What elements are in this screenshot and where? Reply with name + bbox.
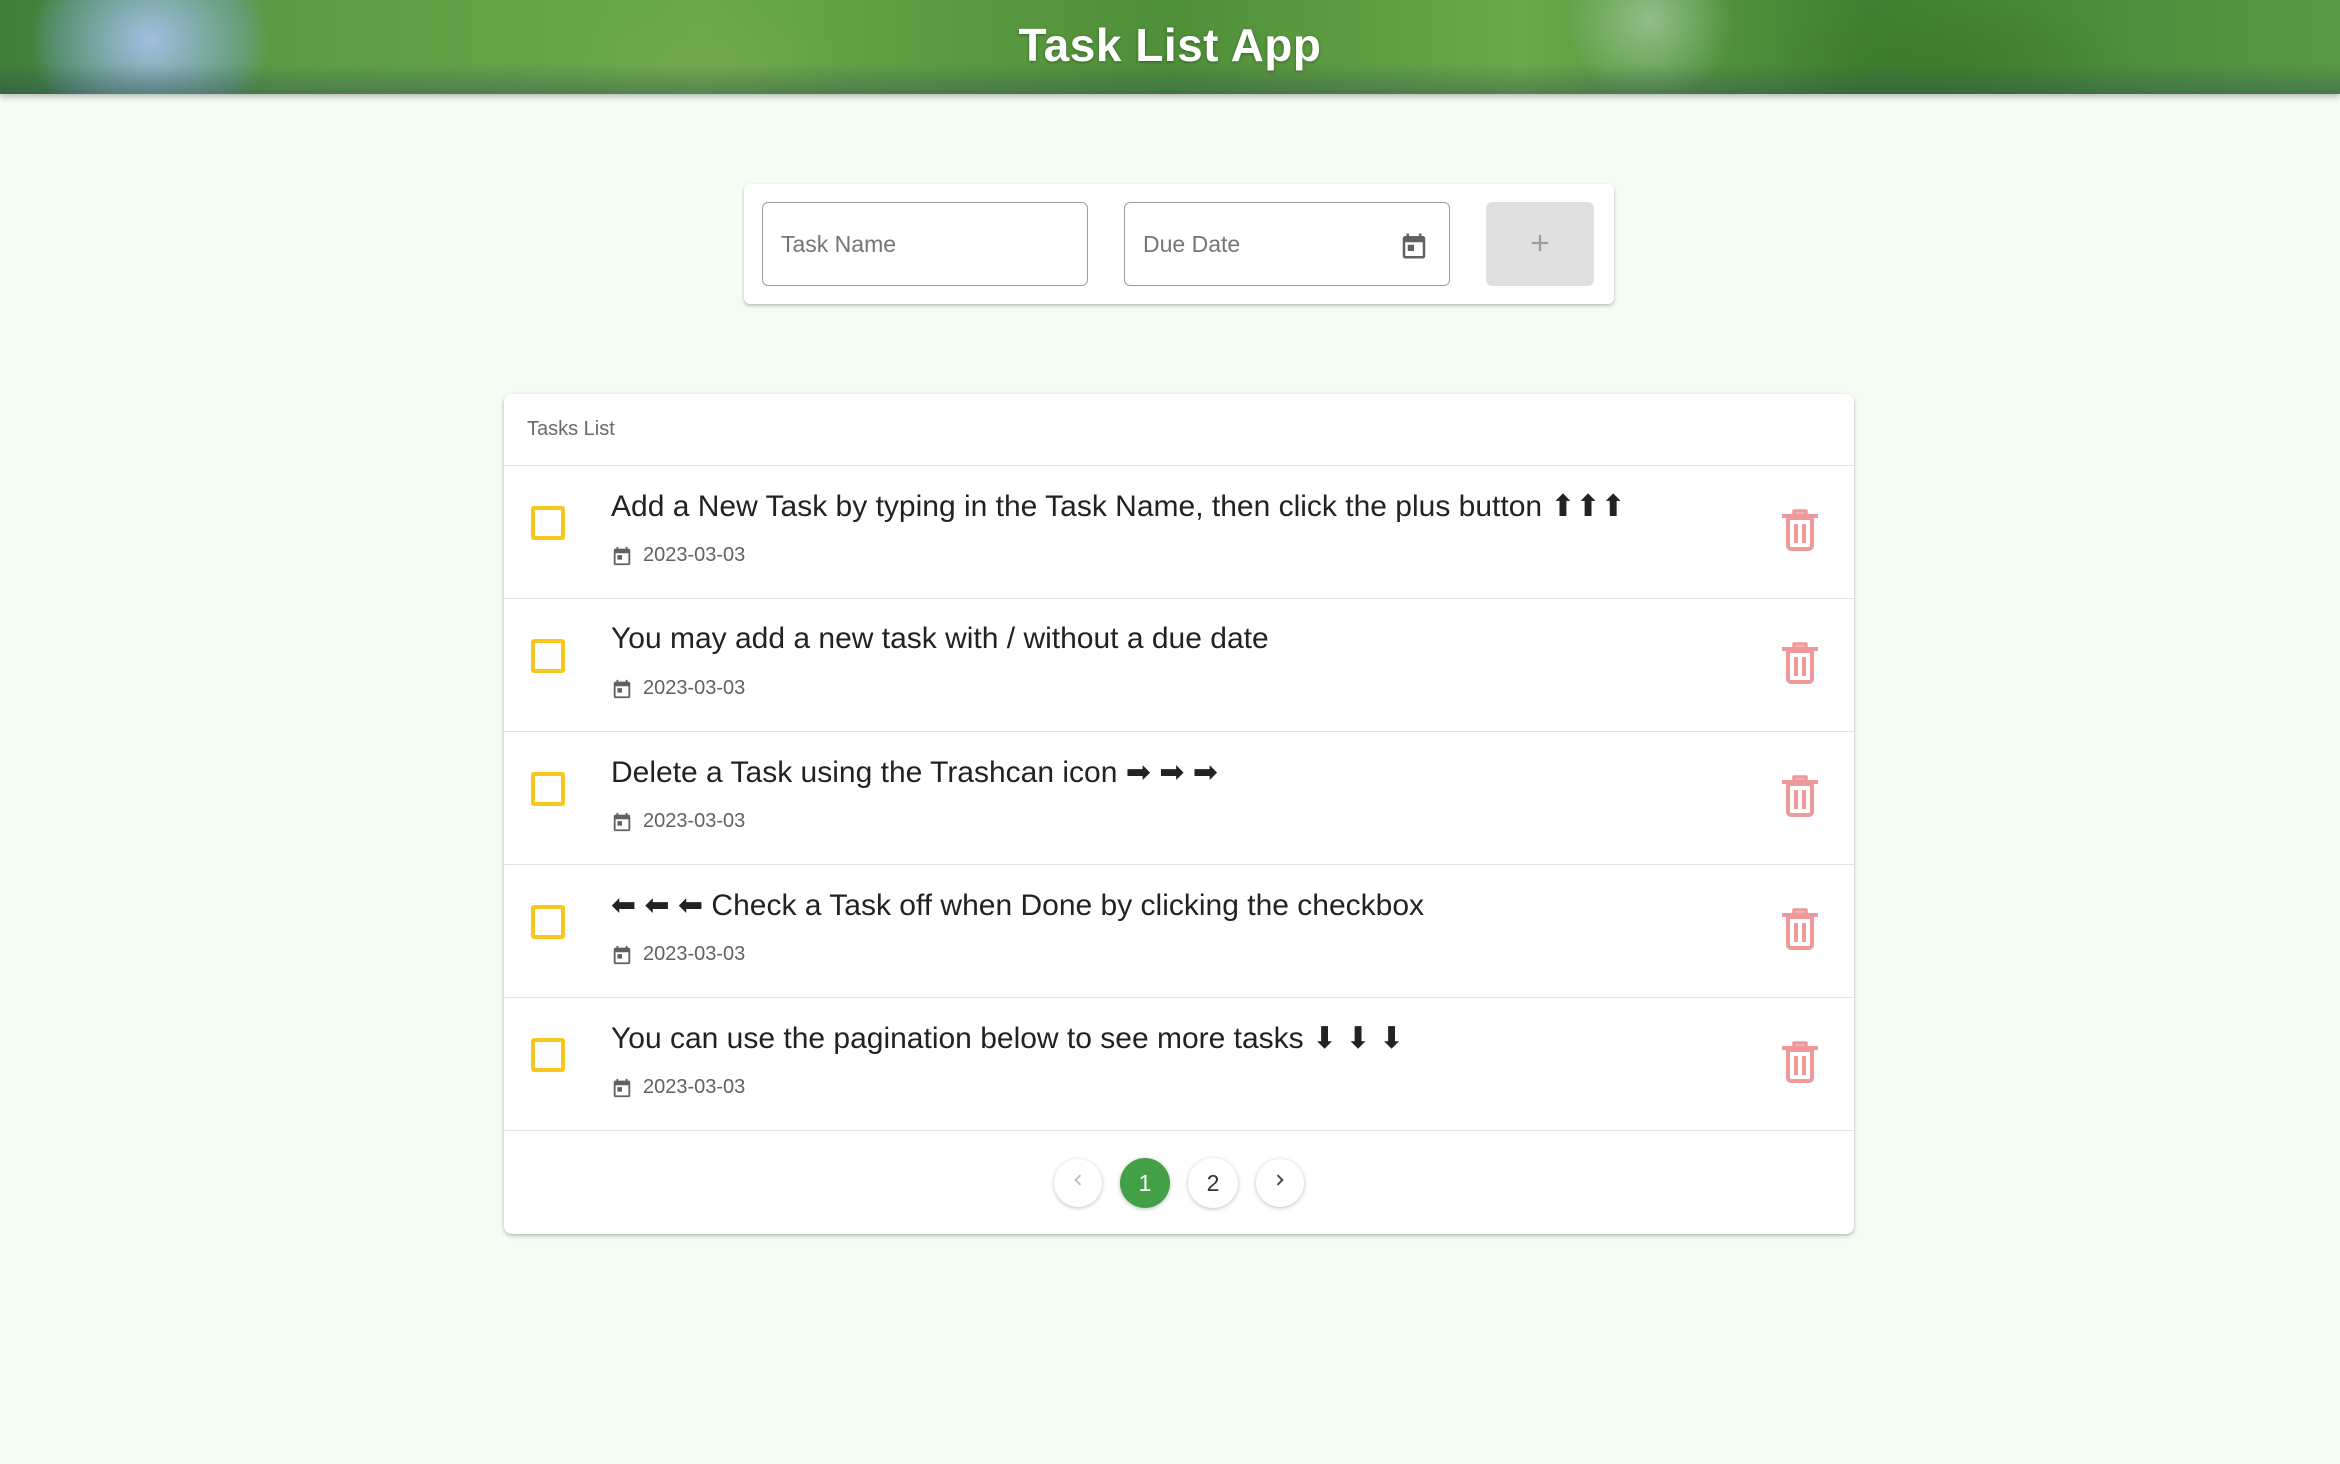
trash-icon xyxy=(1781,774,1819,823)
delete-task-button[interactable] xyxy=(1780,508,1820,557)
next-page-button[interactable] xyxy=(1256,1159,1304,1207)
new-task-form xyxy=(744,184,1614,304)
calendar-icon xyxy=(611,811,633,833)
task-title: You may add a new task with / without a … xyxy=(611,622,1269,655)
task-due-date-text: 2023-03-03 xyxy=(643,1076,746,1098)
trash-icon xyxy=(1781,641,1819,690)
task-list: Add a New Task by typing in the Task Nam… xyxy=(504,466,1854,1131)
task-name-field[interactable] xyxy=(762,202,1088,286)
task-row: Delete a Task using the Trashcan icon ➡ … xyxy=(504,732,1854,865)
due-date-field[interactable] xyxy=(1124,202,1450,286)
task-row: Add a New Task by typing in the Task Nam… xyxy=(504,466,1854,599)
task-due-date: 2023-03-03 xyxy=(611,810,745,833)
task-checkbox[interactable] xyxy=(531,506,565,540)
delete-task-button[interactable] xyxy=(1780,907,1820,956)
task-title: ⬅ ⬅ ⬅ Check a Task off when Done by clic… xyxy=(611,889,1425,922)
task-row: ⬅ ⬅ ⬅ Check a Task off when Done by clic… xyxy=(504,865,1854,998)
delete-task-button[interactable] xyxy=(1780,774,1820,823)
calendar-icon xyxy=(611,1077,633,1099)
tasks-list-card: Tasks List Add a New Task by typing in t… xyxy=(504,394,1854,1234)
task-checkbox[interactable] xyxy=(531,1038,565,1072)
task-checkbox[interactable] xyxy=(531,639,565,673)
prev-page-button[interactable] xyxy=(1054,1159,1102,1207)
task-due-date-text: 2023-03-03 xyxy=(643,943,746,965)
page-button-1[interactable]: 1 xyxy=(1120,1158,1170,1208)
task-due-date: 2023-03-03 xyxy=(611,544,745,567)
task-due-date-text: 2023-03-03 xyxy=(643,544,746,566)
page-button-2[interactable]: 2 xyxy=(1188,1158,1238,1208)
task-due-date: 2023-03-03 xyxy=(611,943,745,966)
task-row: You may add a new task with / without a … xyxy=(504,599,1854,732)
tasks-list-header: Tasks List xyxy=(504,394,1854,466)
delete-task-button[interactable] xyxy=(1780,641,1820,690)
trash-icon xyxy=(1781,1040,1819,1089)
task-due-date-text: 2023-03-03 xyxy=(643,677,746,699)
pagination: 1 2 xyxy=(504,1158,1854,1208)
app-header: Task List App xyxy=(0,0,2340,94)
plus-icon xyxy=(1526,229,1554,260)
task-due-date: 2023-03-03 xyxy=(611,677,745,700)
task-due-date: 2023-03-03 xyxy=(611,1076,745,1099)
task-name-input[interactable] xyxy=(763,203,1087,285)
task-title: Add a New Task by typing in the Task Nam… xyxy=(611,490,1626,523)
task-title: You can use the pagination below to see … xyxy=(611,1022,1405,1055)
task-checkbox[interactable] xyxy=(531,905,565,939)
calendar-icon xyxy=(611,678,633,700)
trash-icon xyxy=(1781,508,1819,557)
calendar-icon[interactable] xyxy=(1397,229,1431,263)
app-title: Task List App xyxy=(1018,19,1322,71)
chevron-right-icon xyxy=(1269,1169,1291,1197)
add-task-button[interactable] xyxy=(1486,202,1594,286)
calendar-icon xyxy=(611,944,633,966)
delete-task-button[interactable] xyxy=(1780,1040,1820,1089)
calendar-icon xyxy=(611,545,633,567)
task-checkbox[interactable] xyxy=(531,772,565,806)
task-due-date-text: 2023-03-03 xyxy=(643,810,746,832)
trash-icon xyxy=(1781,907,1819,956)
chevron-left-icon xyxy=(1067,1169,1089,1197)
task-title: Delete a Task using the Trashcan icon ➡ … xyxy=(611,756,1218,789)
task-row: You can use the pagination below to see … xyxy=(504,998,1854,1131)
